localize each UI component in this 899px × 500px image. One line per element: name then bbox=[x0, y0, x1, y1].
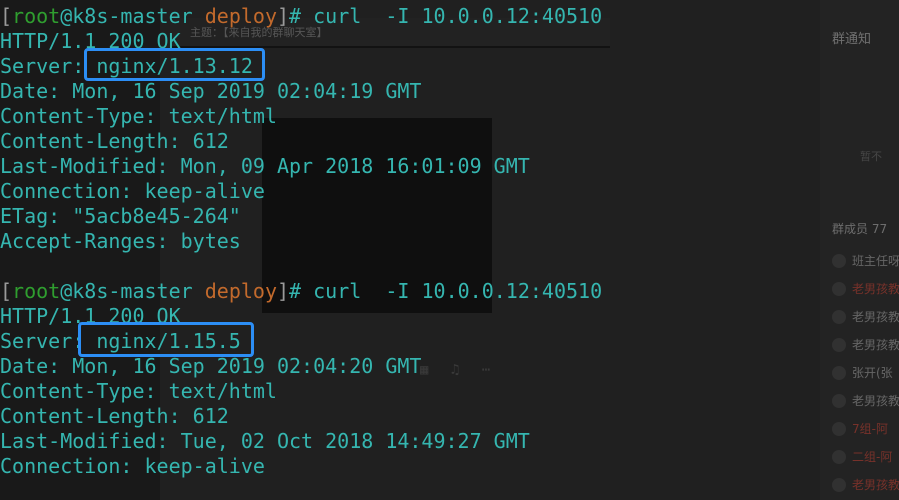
prompt-host: k8s-master bbox=[72, 279, 193, 303]
output-line: Connection: keep-alive bbox=[0, 179, 265, 203]
prompt-line-1: [root@k8s-master deploy]# curl -I 10.0.0… bbox=[0, 4, 603, 28]
prompt-command: curl -I 10.0.0.12:40510 bbox=[313, 4, 603, 28]
prompt-user: root bbox=[12, 4, 61, 28]
terminal-window[interactable]: [root@k8s-master deploy]# curl -I 10.0.0… bbox=[0, 0, 899, 500]
prompt-command: curl -I 10.0.0.12:40510 bbox=[313, 279, 603, 303]
prompt-dir: deploy bbox=[204, 4, 277, 28]
output-line: Content-Type: text/html bbox=[0, 104, 277, 128]
output-line: Content-Length: 612 bbox=[0, 404, 229, 428]
output-line: ETag: "5acb8e45-264" bbox=[0, 204, 241, 228]
output-line: Last-Modified: Tue, 02 Oct 2018 14:49:27… bbox=[0, 429, 530, 453]
output-line: Connection: keep-alive bbox=[0, 454, 265, 478]
output-line: Date: Mon, 16 Sep 2019 02:04:19 GMT bbox=[0, 79, 422, 103]
prompt-line-2: [root@k8s-master deploy]# curl -I 10.0.0… bbox=[0, 279, 603, 303]
prompt-dir: deploy bbox=[204, 279, 277, 303]
prompt-user: root bbox=[12, 279, 61, 303]
output-line: Content-Type: text/html bbox=[0, 379, 277, 403]
server-version-highlight-2 bbox=[78, 322, 254, 357]
output-line: Content-Length: 612 bbox=[0, 129, 229, 153]
output-line: Date: Mon, 16 Sep 2019 02:04:20 GMT bbox=[0, 354, 422, 378]
output-line: Accept-Ranges: bytes bbox=[0, 229, 241, 253]
output-line: Last-Modified: Mon, 09 Apr 2018 16:01:09… bbox=[0, 154, 530, 178]
server-version-highlight-1 bbox=[84, 48, 265, 81]
prompt-host: k8s-master bbox=[72, 4, 193, 28]
